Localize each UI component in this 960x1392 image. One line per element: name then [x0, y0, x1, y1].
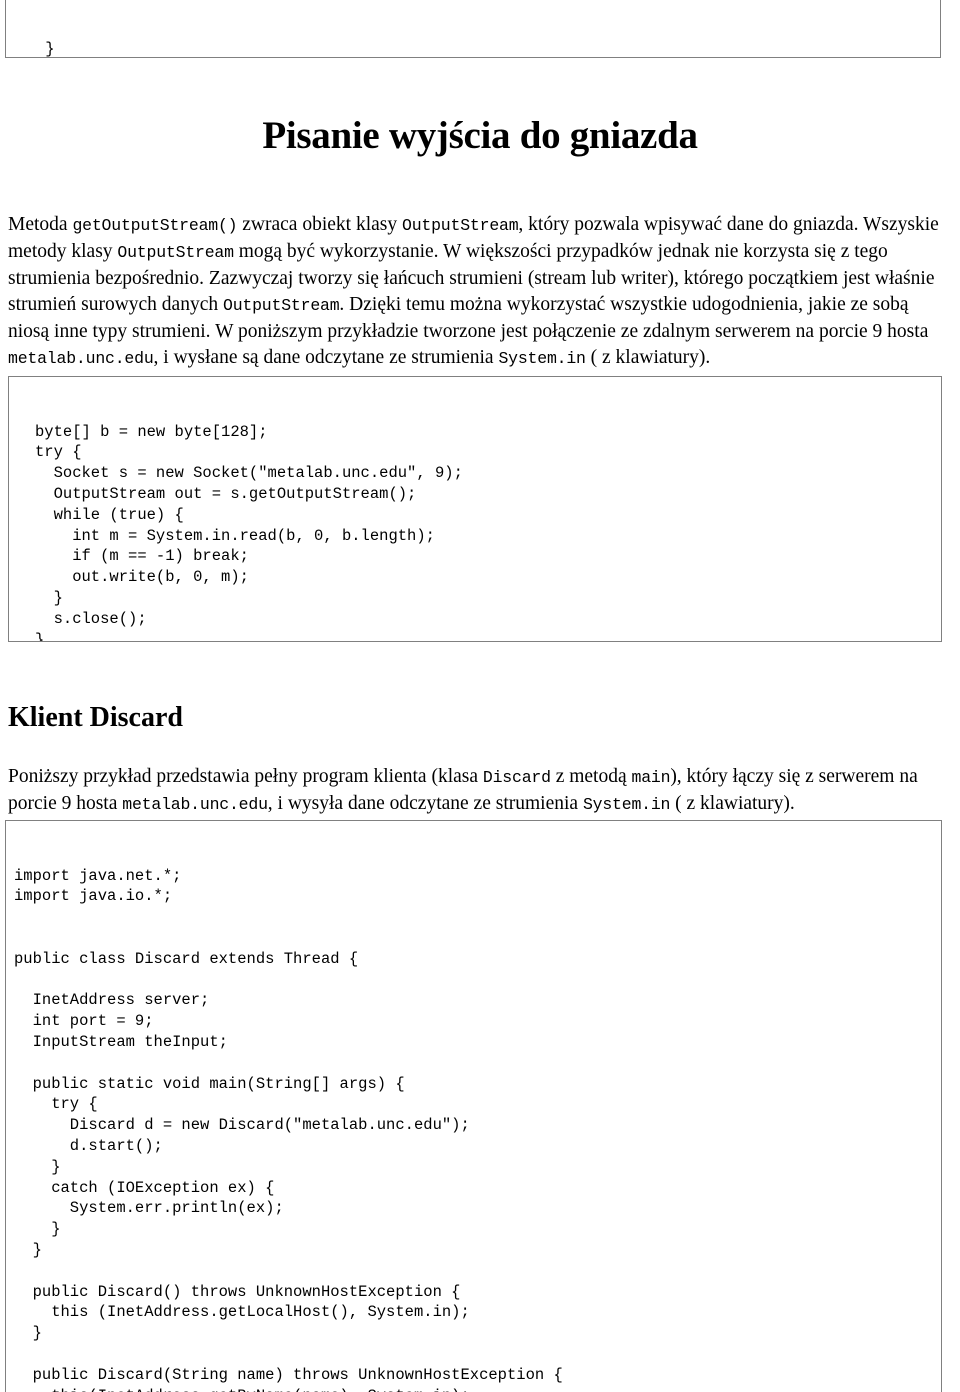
- inline-code: System.in: [498, 348, 586, 368]
- code-block-output-stream: byte[] b = new byte[128]; try { Socket s…: [8, 376, 942, 642]
- inline-code: OutputStream: [117, 242, 234, 262]
- section-heading-klient-discard: Klient Discard: [8, 702, 183, 734]
- code-block-discard-class: import java.net.*; import java.io.*; pub…: [5, 820, 942, 1392]
- inline-code: OutputStream: [402, 215, 519, 235]
- inline-code: Discard: [482, 767, 551, 787]
- code-block-continued-text: } } }: [45, 39, 55, 58]
- inline-code: System.in: [582, 794, 671, 814]
- inline-code: metalab.unc.edu: [8, 348, 154, 368]
- discard-paragraph: Poniższy przykład przedstawia pełny prog…: [8, 765, 918, 814]
- inline-code: metalab.unc.edu: [122, 794, 268, 814]
- document-page: } } } Pisanie wyjścia do gniazda Metoda …: [0, 0, 960, 1392]
- intro-paragraph: Metoda getOutputStream() zwraca obiekt k…: [8, 213, 939, 368]
- code-block-continued: } } }: [5, 0, 941, 58]
- code-block-discard-class-text: import java.net.*; import java.io.*; pub…: [14, 866, 563, 1392]
- inline-code: OutputStream: [223, 295, 340, 315]
- page-title: Pisanie wyjścia do gniazda: [262, 114, 698, 157]
- inline-code: getOutputStream(): [72, 215, 238, 235]
- inline-code: main: [631, 767, 671, 787]
- code-block-output-stream-text: byte[] b = new byte[128]; try { Socket s…: [35, 422, 463, 642]
